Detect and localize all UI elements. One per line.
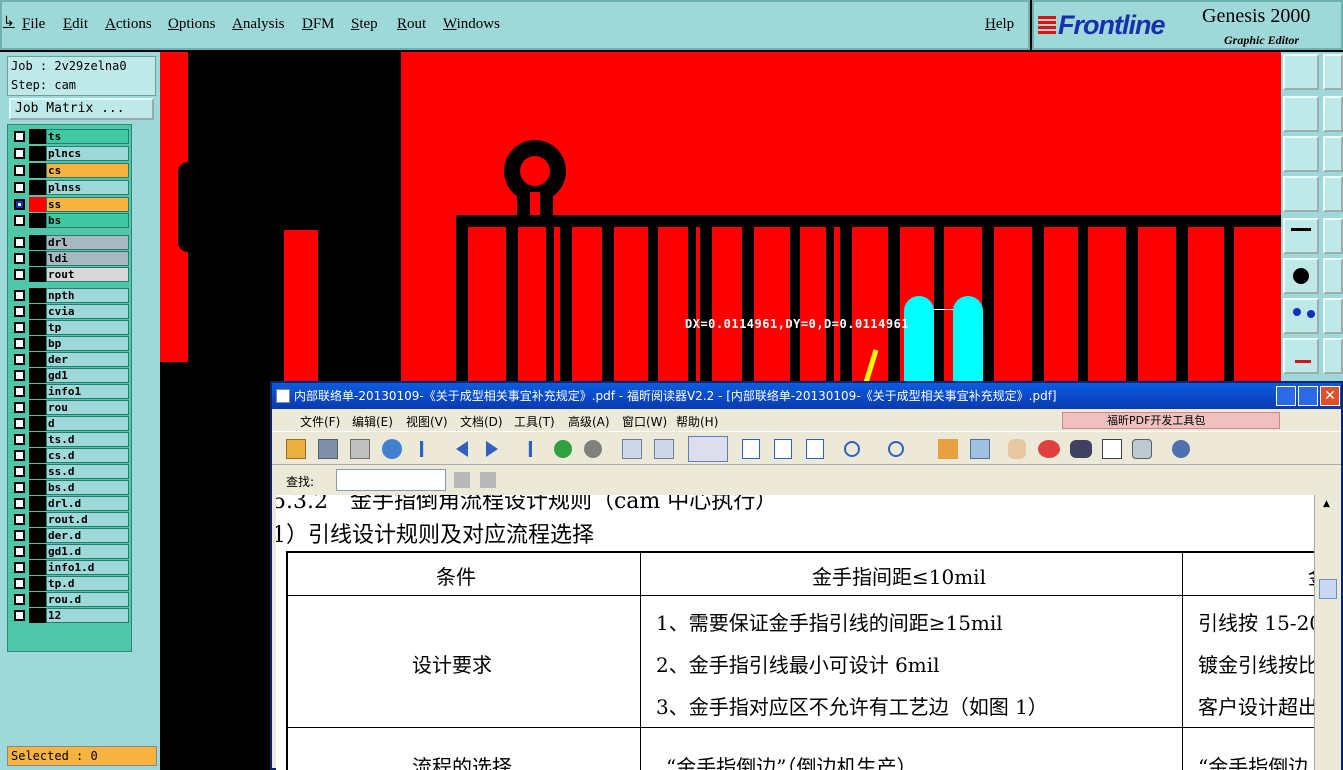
table-border xyxy=(640,551,641,770)
forward-icon[interactable] xyxy=(584,440,602,458)
row-design-label: 设计要求 xyxy=(412,653,492,677)
pdf-menu-file[interactable]: 文件(F) xyxy=(300,413,340,430)
info-icon[interactable] xyxy=(1172,440,1190,458)
pdf-menu-window[interactable]: 窗口(W) xyxy=(622,413,667,430)
window-icon[interactable] xyxy=(970,439,990,459)
row-design-col3: 引线按 15-20 xyxy=(1198,611,1314,635)
zoom-tool-icon[interactable] xyxy=(688,436,728,462)
rotate-right-icon[interactable] xyxy=(888,441,904,457)
row-design-col3: 客户设计超出 xyxy=(1198,695,1314,719)
pdf-menu-help[interactable]: 帮助(H) xyxy=(676,413,718,430)
pdf-menu-view[interactable]: 视图(V) xyxy=(406,413,448,430)
pdf-title-bar[interactable]: 内部联络单-20130109-《关于成型相关事宜补充规定》.pdf - 福昕阅读… xyxy=(272,383,1341,409)
table-header-spacing: 金手指间距≤10mil xyxy=(812,565,986,589)
table-border xyxy=(286,727,1314,728)
open-icon[interactable] xyxy=(286,439,306,459)
maximize-icon[interactable] xyxy=(1298,386,1318,406)
last-page-icon[interactable] xyxy=(528,441,532,457)
table-border xyxy=(286,551,1314,553)
pdf-menu-edit[interactable]: 编辑(E) xyxy=(352,413,393,430)
pdf-toolbar xyxy=(272,431,1341,465)
pdf-heading-1: 5.3.2 金手指倒角流程设计规则（cam 中心执行） xyxy=(276,495,778,514)
search-input[interactable] xyxy=(336,469,446,491)
first-page-icon[interactable] xyxy=(420,441,424,457)
close-icon[interactable]: ✕ xyxy=(1320,386,1340,406)
app-icon xyxy=(276,389,290,403)
table-header-condition: 条件 xyxy=(436,565,476,589)
actual-size-icon[interactable] xyxy=(806,439,824,459)
pdf-menu-tools[interactable]: 工具(T) xyxy=(514,413,555,430)
pdf-scrollbar[interactable]: ▲ xyxy=(1314,495,1341,770)
pdf-heading-2: 1）引线设计规则及对应流程选择 xyxy=(276,523,594,548)
row-design-item: 1、需要保证金手指引线的间距≥15mil xyxy=(656,611,1003,635)
row-process-col3: “金手指倒边 xyxy=(1198,755,1309,770)
table-border xyxy=(1182,551,1183,770)
rotate-left-icon[interactable] xyxy=(844,441,860,457)
row-design-item: 3、金手指对应区不允许有工艺边（如图 1） xyxy=(656,695,1048,719)
row-design-col3: 镀金引线按比 xyxy=(1198,653,1314,677)
search-label: 查找: xyxy=(286,475,315,489)
pdf-sdk-ad[interactable]: 福昕PDF开发工具包 xyxy=(1062,412,1280,429)
next-page-icon[interactable] xyxy=(486,441,498,457)
text-tool-icon[interactable] xyxy=(1102,439,1122,459)
snapshot-icon[interactable] xyxy=(1132,439,1152,459)
row-process-value: “金手指倒边”（倒边机生产） xyxy=(666,755,917,770)
table-border xyxy=(286,551,288,770)
select-text-icon[interactable] xyxy=(1038,440,1060,458)
scroll-thumb[interactable] xyxy=(1319,579,1337,599)
prev-page-icon[interactable] xyxy=(456,441,468,457)
pdf-page: 5.3.2 金手指倒角流程设计规则（cam 中心执行） 1）引线设计规则及对应流… xyxy=(276,495,1314,770)
back-icon[interactable] xyxy=(554,440,572,458)
search-next-icon[interactable] xyxy=(480,472,496,488)
chart-icon[interactable] xyxy=(938,439,958,459)
pdf-search-bar: 查找: xyxy=(272,465,1341,495)
row-process-label: 流程的选择 xyxy=(412,755,512,770)
copy-icon[interactable] xyxy=(622,439,642,459)
pdf-menu-document[interactable]: 文档(D) xyxy=(460,413,503,430)
print-icon[interactable] xyxy=(350,439,370,459)
pdf-reader-window: 内部联络单-20130109-《关于成型相关事宜补充规定》.pdf - 福昕阅读… xyxy=(270,381,1343,770)
page-width-icon[interactable] xyxy=(774,439,792,459)
minimize-icon[interactable] xyxy=(1276,386,1296,406)
paste-icon[interactable] xyxy=(654,439,674,459)
email-icon[interactable] xyxy=(382,439,402,459)
scroll-up-icon[interactable]: ▲ xyxy=(1323,499,1330,509)
pdf-title: 内部联络单-20130109-《关于成型相关事宜补充规定》.pdf - 福昕阅读… xyxy=(294,389,1057,403)
hand-icon[interactable] xyxy=(1008,439,1026,459)
pdf-menu-advanced[interactable]: 高级(A) xyxy=(568,413,610,430)
page-fit-icon[interactable] xyxy=(742,439,760,459)
table-border xyxy=(286,595,1314,596)
search-prev-icon[interactable] xyxy=(454,472,470,488)
row-design-item: 2、金手指引线最小可设计 6mil xyxy=(656,653,940,677)
save-icon[interactable] xyxy=(318,439,338,459)
pdf-menu-bar: 文件(F) 编辑(E) 视图(V) 文档(D) 工具(T) 高级(A) 窗口(W… xyxy=(272,409,1341,431)
find-icon[interactable] xyxy=(1070,440,1092,458)
